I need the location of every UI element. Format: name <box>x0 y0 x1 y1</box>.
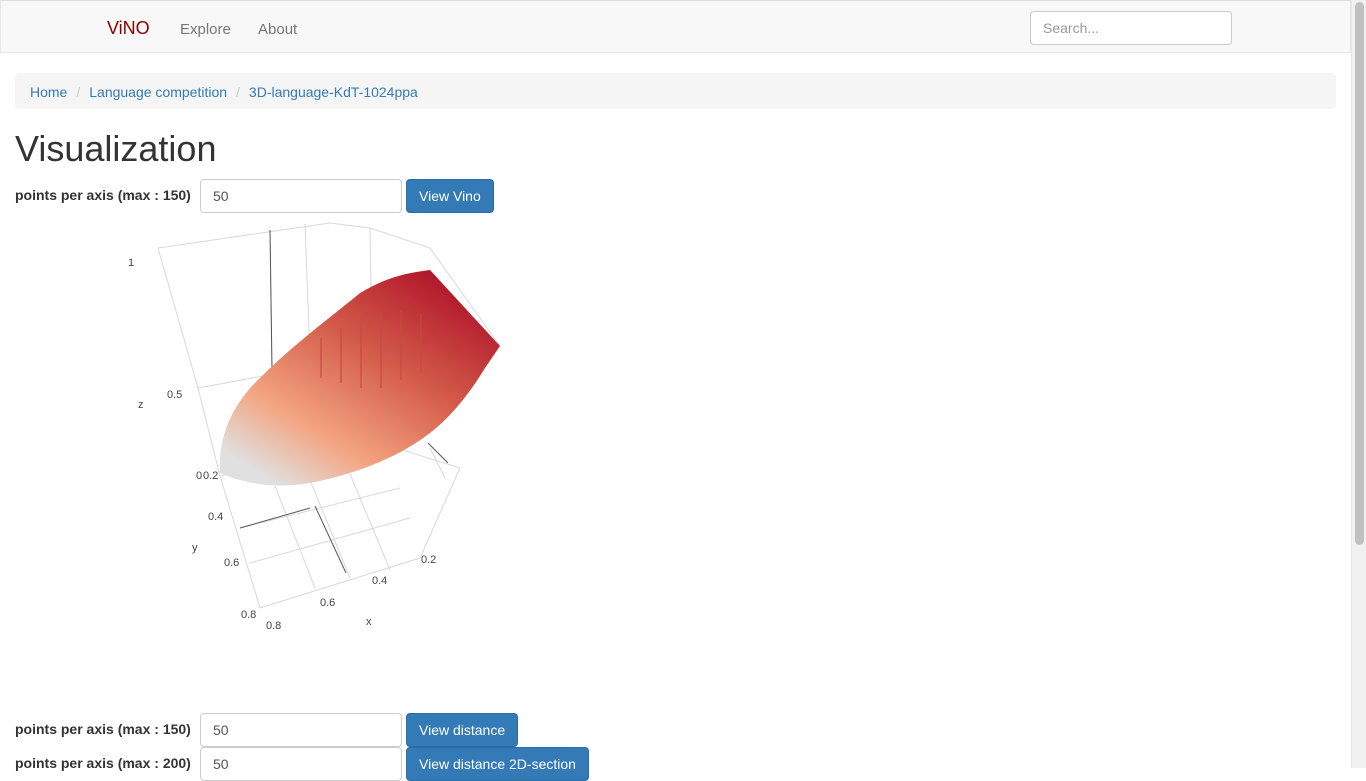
y-tick-0.6: 0.6 <box>224 557 239 569</box>
points-per-axis-label: points per axis (max : 200) <box>15 755 191 771</box>
y-tick-0.4: 0.4 <box>208 511 223 523</box>
view-vino-button[interactable]: View Vino <box>406 179 494 213</box>
search-input[interactable] <box>1030 11 1232 45</box>
x-tick-0.6: 0.6 <box>320 597 335 609</box>
x-axis-label: x <box>366 616 372 628</box>
nav-explore[interactable]: Explore <box>180 21 231 38</box>
view-distance-button[interactable]: View distance <box>406 713 519 747</box>
view-distance-2d-section-button[interactable]: View distance 2D-section <box>406 747 589 781</box>
points-per-axis-input[interactable] <box>200 747 402 781</box>
z-tick-0: 0 <box>196 470 202 482</box>
page-title: Visualization <box>15 128 217 169</box>
z-axis-label: z <box>138 399 144 411</box>
breadcrumb-home[interactable]: Home <box>30 84 67 100</box>
z-tick-0.5: 0.5 <box>167 389 182 401</box>
breadcrumb-separator: / <box>76 84 81 100</box>
breadcrumb: Home / Language competition / 3D-language-Kd… <box>15 73 1336 109</box>
z-tick-1: 1 <box>128 257 134 269</box>
points-per-axis-label: points per axis (max : 150) <box>15 187 191 203</box>
brand-link[interactable]: ViNO <box>107 18 150 39</box>
y-tick-0.2: 0.2 <box>203 470 218 482</box>
vertical-scrollbar[interactable] <box>1351 0 1366 768</box>
navbar: ViNO Explore About <box>0 0 1351 53</box>
breadcrumb-separator: / <box>236 84 240 100</box>
surface-mesh <box>219 270 501 486</box>
x-tick-0.2: 0.2 <box>421 554 436 566</box>
breadcrumb-language-competition[interactable]: Language competition <box>89 84 227 100</box>
nav-about[interactable]: About <box>258 21 297 38</box>
y-tick-0.8: 0.8 <box>241 609 256 621</box>
points-per-axis-label: points per axis (max : 150) <box>15 721 191 737</box>
points-per-axis-input[interactable] <box>200 713 402 747</box>
surface-plot[interactable]: 1 0.5 0 0.2 z 0.4 0.6 0.8 y 0.2 0.4 0.6 … <box>110 218 530 638</box>
y-axis-label: y <box>192 542 198 554</box>
breadcrumb-current[interactable]: 3D-language-KdT-1024ppa <box>249 84 418 100</box>
x-tick-0.8: 0.8 <box>266 620 281 632</box>
x-tick-0.4: 0.4 <box>372 575 387 587</box>
scrollbar-thumb[interactable] <box>1355 2 1364 545</box>
points-per-axis-input[interactable] <box>200 179 402 213</box>
